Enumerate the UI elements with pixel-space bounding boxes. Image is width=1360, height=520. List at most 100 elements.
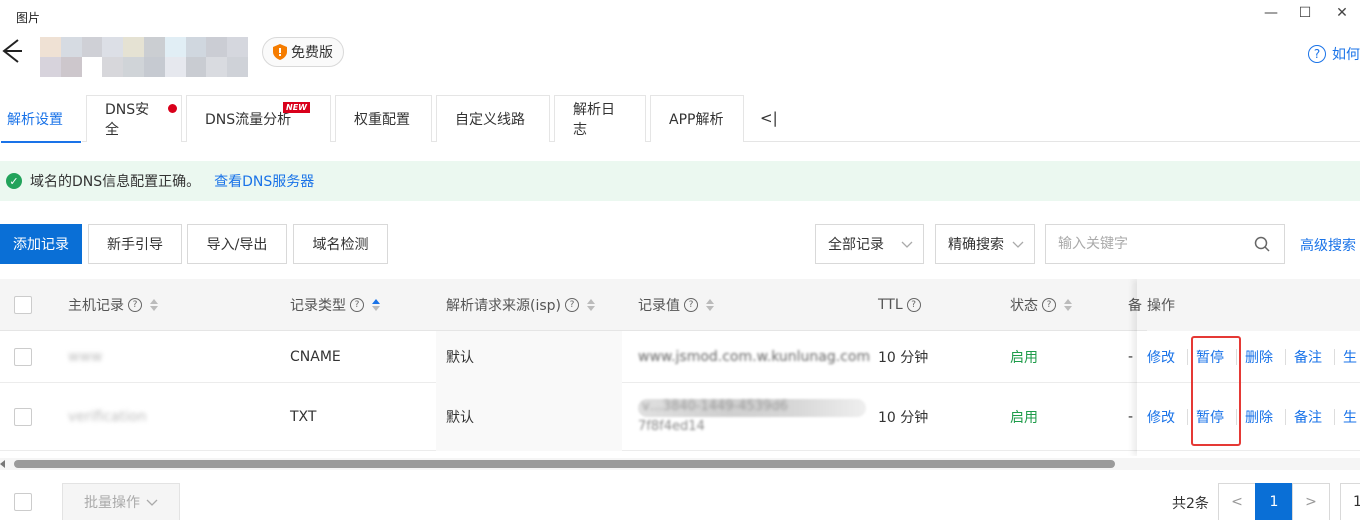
close-icon[interactable]: ✕	[1327, 2, 1357, 26]
sort-icon[interactable]	[706, 299, 714, 311]
tab-weight-config[interactable]: 权重配置	[335, 95, 432, 142]
col-isp-label: 解析请求来源(isp)	[446, 298, 561, 314]
tab-label: APP解析	[669, 112, 724, 128]
tab-label: DNS流量分析	[205, 112, 292, 128]
help-icon[interactable]: ?	[684, 298, 698, 312]
col-type[interactable]: 记录类型 ?	[290, 279, 380, 331]
select-all-cell	[14, 279, 32, 331]
type-cell: TXT	[290, 409, 317, 425]
record-filter-select[interactable]: 全部记录	[815, 224, 924, 264]
tab-label: DNS安全	[105, 102, 150, 138]
total-count: 共2条	[1172, 496, 1209, 512]
plan-badge[interactable]: 免费版	[262, 37, 344, 67]
chevron-down-icon	[901, 241, 913, 248]
collapse-tabs-icon[interactable]: <|	[748, 95, 790, 141]
prev-page-button[interactable]: <	[1218, 483, 1256, 520]
next-page-button[interactable]: >	[1292, 483, 1330, 520]
tab-custom-line[interactable]: 自定义线路	[436, 95, 550, 142]
check-circle-icon: ✓	[6, 173, 22, 189]
select-all-checkbox[interactable]	[14, 296, 32, 314]
help-link-label: 如何	[1332, 47, 1360, 63]
table-footer: 批量操作 共2条 < 1 > 1	[0, 482, 1360, 520]
type-cell: CNAME	[290, 349, 341, 365]
row-checkbox[interactable]	[14, 408, 32, 426]
search-input[interactable]	[1058, 226, 1258, 262]
col-status[interactable]: 状态 ?	[1010, 279, 1072, 331]
col-host-label: 主机记录	[68, 298, 124, 314]
tab-dns-traffic[interactable]: DNS流量分析 NEW	[186, 95, 331, 142]
col-ttl-label: TTL	[878, 297, 903, 313]
tab-dns-security[interactable]: DNS安全	[86, 95, 182, 142]
col-value[interactable]: 记录值 ?	[638, 279, 714, 331]
guide-button[interactable]: 新手引导	[88, 224, 182, 264]
isp-cell: 默认	[446, 350, 474, 366]
dns-records-table: 主机记录 ? 记录类型 ? 解析请求来源(isp) ? 记录值 ? TTL ? …	[0, 279, 1360, 456]
page-size-select[interactable]: 1	[1340, 483, 1360, 520]
col-host[interactable]: 主机记录 ?	[68, 279, 158, 331]
maximize-icon[interactable]: ☐	[1290, 2, 1320, 26]
horizontal-scrollbar[interactable]	[0, 458, 1360, 470]
scroll-left-icon[interactable]	[0, 460, 5, 468]
remark-cell: -	[1128, 349, 1134, 365]
shield-icon	[273, 44, 287, 60]
row-checkbox[interactable]	[14, 348, 32, 366]
tab-label: 解析日志	[573, 102, 615, 138]
scrollbar-thumb[interactable]	[14, 460, 1115, 468]
pause-highlight-box	[1191, 336, 1241, 446]
value-line-2: 7f8f4ed14	[638, 419, 705, 434]
footer-select-all-checkbox[interactable]	[14, 493, 32, 511]
toolbar: 添加记录 新手引导 导入/导出 域名检测 全部记录 精确搜索 高级搜索	[0, 224, 1360, 264]
value-line-1: v…3840-1449-4539d6	[642, 399, 788, 414]
search-box	[1045, 224, 1285, 264]
view-dns-servers-link[interactable]: 查看DNS服务器	[214, 171, 314, 191]
search-icon[interactable]	[1254, 236, 1270, 252]
minimize-icon[interactable]: —	[1256, 2, 1286, 26]
page-header: 免费版 ? 如何	[0, 30, 1360, 88]
tab-resolution-log[interactable]: 解析日志	[554, 95, 646, 142]
sort-icon[interactable]	[587, 299, 595, 311]
sort-icon[interactable]	[1064, 299, 1072, 311]
col-ttl[interactable]: TTL ?	[878, 279, 921, 331]
status-banner: ✓ 域名的DNS信息配置正确。 查看DNS服务器	[0, 161, 1360, 201]
fixed-action-column-shadow	[1137, 279, 1360, 456]
tab-dns-settings[interactable]: 解析设置	[0, 95, 82, 143]
batch-action-button[interactable]: 批量操作	[62, 483, 180, 520]
sort-icon[interactable]	[372, 299, 380, 311]
new-badge: NEW	[283, 102, 310, 113]
record-filter-value: 全部记录	[828, 237, 884, 253]
row-select-cell	[14, 331, 32, 383]
page-1-button[interactable]: 1	[1255, 483, 1293, 520]
isp-cell: 默认	[446, 410, 474, 426]
chevron-down-icon	[146, 499, 158, 506]
remark-cell: -	[1128, 409, 1134, 425]
tab-label: 权重配置	[354, 112, 410, 128]
window-title-bar: 图片 — ☐ ✕	[0, 0, 1360, 30]
col-value-label: 记录值	[638, 298, 680, 314]
advanced-search-link[interactable]: 高级搜索	[1300, 235, 1356, 255]
add-record-button[interactable]: 添加记录	[0, 224, 82, 264]
tab-label: 自定义线路	[455, 112, 525, 128]
value-cell: v…3840-1449-4539d6 7f8f4ed14	[638, 399, 866, 439]
import-export-button[interactable]: 导入/导出	[187, 224, 287, 264]
ttl-cell: 10 分钟	[878, 350, 929, 366]
help-icon[interactable]: ?	[350, 298, 364, 312]
notification-dot	[168, 104, 177, 113]
sort-icon[interactable]	[150, 299, 158, 311]
domain-check-button[interactable]: 域名检测	[293, 224, 388, 264]
status-cell: 启用	[1010, 410, 1038, 426]
help-link[interactable]: ? 如何	[1308, 44, 1360, 64]
help-icon[interactable]: ?	[1042, 298, 1056, 312]
back-arrow-icon[interactable]	[0, 36, 22, 66]
help-icon[interactable]: ?	[128, 298, 142, 312]
chevron-down-icon	[1012, 241, 1024, 248]
status-cell: 启用	[1010, 350, 1038, 366]
tab-label: 解析设置	[7, 112, 63, 128]
search-mode-select[interactable]: 精确搜索	[935, 224, 1035, 264]
banner-message: 域名的DNS信息配置正确。	[30, 174, 201, 190]
col-isp[interactable]: 解析请求来源(isp) ?	[446, 279, 595, 331]
host-cell: verification	[68, 409, 147, 425]
help-icon[interactable]: ?	[565, 298, 579, 312]
tab-app-resolution[interactable]: APP解析	[650, 95, 744, 142]
tab-bar: 解析设置 DNS安全 DNS流量分析 NEW 权重配置 自定义线路 解析日志 A…	[0, 95, 1360, 143]
help-icon[interactable]: ?	[906, 298, 921, 312]
